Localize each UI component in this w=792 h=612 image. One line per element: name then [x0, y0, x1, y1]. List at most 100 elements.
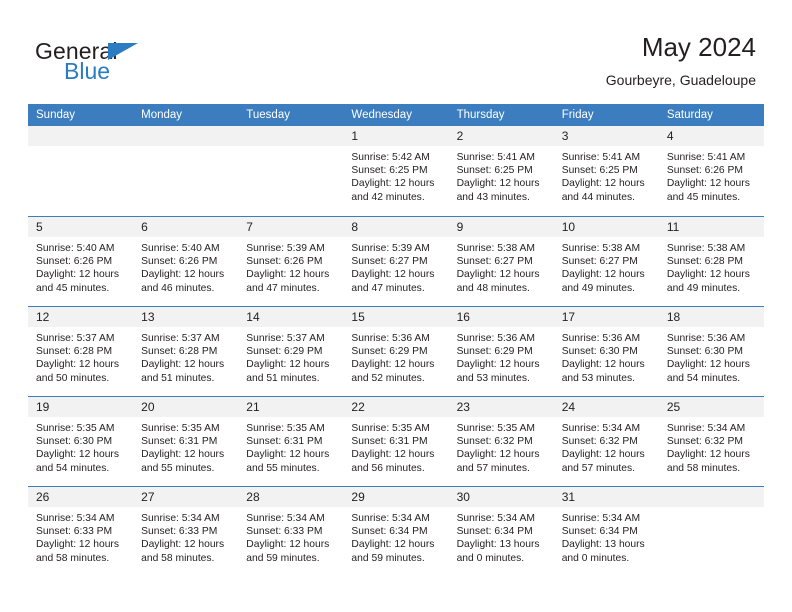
day-sunrise-text: Sunrise: 5:34 AM	[666, 423, 746, 434]
calendar-day-cell[interactable]: 23 Sunrise: 5:35 AM Sunset: 6:32 PM Dayligh…	[448, 397, 554, 486]
page-header: General Blue May 2024 Gourbeyre, Guadelo…	[0, 0, 792, 104]
calendar-day-cell[interactable]: 6 Sunrise: 5:40 AM Sunset: 6:26 PM Daylight…	[133, 217, 239, 306]
day-daylight-line1-text: Daylight: 12 hours	[351, 359, 435, 371]
day-number: 21	[246, 400, 260, 414]
day-sunset-text: Sunset: 6:28 PM	[36, 346, 113, 358]
day-daylight-line2-text: and 51 minutes.	[246, 372, 320, 384]
day-number-strip: 24	[553, 397, 659, 417]
day-sunrise-text: Sunrise: 5:38 AM	[456, 243, 535, 254]
day-sunset-text: Sunset: 6:27 PM	[456, 256, 533, 268]
day-daylight-line2-text: and 42 minutes.	[351, 191, 425, 203]
day-sunrise-text: Sunrise: 5:34 AM	[561, 423, 641, 434]
day-daylight-line1-text: Daylight: 12 hours	[666, 178, 750, 190]
day-daylight-line1-text: Daylight: 12 hours	[561, 269, 645, 281]
calendar-day-cell[interactable]: 3 Sunrise: 5:41 AM Sunset: 6:25 PM Daylight…	[553, 126, 659, 216]
calendar-day-cell[interactable]: 8 Sunrise: 5:39 AM Sunset: 6:27 PM Daylight…	[343, 217, 449, 306]
day-sunset-text: Sunset: 6:33 PM	[141, 526, 218, 538]
day-number: 23	[456, 400, 470, 414]
day-daylight-line1-text: Daylight: 12 hours	[36, 359, 119, 371]
day-sun-info: Sunrise: 5:34 AM Sunset: 6:33 PM Daylight:…	[133, 507, 238, 565]
day-number-strip: 1	[343, 126, 449, 146]
calendar-day-cell[interactable]: 31 Sunrise: 5:34 AM Sunset: 6:34 PM Dayligh…	[553, 487, 659, 576]
calendar-day-cell[interactable]: 7 Sunrise: 5:39 AM Sunset: 6:26 PM Daylight…	[238, 217, 344, 306]
day-daylight-line1-text: Daylight: 12 hours	[351, 539, 435, 551]
calendar-day-cell[interactable]: 9 Sunrise: 5:38 AM Sunset: 6:27 PM Daylight…	[448, 217, 554, 306]
day-sunset-text: Sunset: 6:27 PM	[351, 256, 428, 268]
calendar-day-cell[interactable]: 18 Sunrise: 5:36 AM Sunset: 6:30 PM Dayligh…	[658, 307, 764, 396]
day-sunrise-text: Sunrise: 5:34 AM	[246, 513, 325, 524]
day-number: 30	[456, 490, 470, 504]
calendar-day-cell[interactable]: 20 Sunrise: 5:35 AM Sunset: 6:31 PM Dayligh…	[133, 397, 239, 486]
logo-triangle-icon	[108, 43, 138, 60]
day-daylight-line1-text: Daylight: 12 hours	[456, 178, 540, 190]
day-number-strip: 13	[133, 307, 239, 327]
calendar-day-cell[interactable]: 25 Sunrise: 5:34 AM Sunset: 6:32 PM Dayligh…	[658, 397, 764, 486]
day-daylight-line1-text: Daylight: 12 hours	[36, 449, 119, 461]
day-sunrise-text: Sunrise: 5:42 AM	[351, 152, 430, 163]
calendar-day-cell[interactable]: 22 Sunrise: 5:35 AM Sunset: 6:31 PM Dayligh…	[343, 397, 449, 486]
calendar-day-cell[interactable]: 21 Sunrise: 5:35 AM Sunset: 6:31 PM Dayligh…	[238, 397, 344, 486]
calendar-day-cell[interactable]: 30 Sunrise: 5:34 AM Sunset: 6:34 PM Dayligh…	[448, 487, 554, 576]
calendar-day-cell[interactable]: 1 Sunrise: 5:42 AM Sunset: 6:25 PM Daylight…	[343, 126, 449, 216]
calendar-day-cell[interactable]: 27 Sunrise: 5:34 AM Sunset: 6:33 PM Dayligh…	[133, 487, 239, 576]
day-number-strip: 4	[658, 126, 764, 146]
day-sun-info: Sunrise: 5:36 AM Sunset: 6:30 PM Daylight:…	[554, 327, 659, 385]
day-sun-info: Sunrise: 5:35 AM Sunset: 6:31 PM Daylight:…	[133, 417, 238, 475]
day-sunrise-text: Sunrise: 5:36 AM	[666, 333, 746, 344]
day-number-strip	[28, 126, 134, 146]
calendar-day-cell[interactable]: 29 Sunrise: 5:34 AM Sunset: 6:34 PM Dayligh…	[343, 487, 449, 576]
calendar-day-cell[interactable]: 15 Sunrise: 5:36 AM Sunset: 6:29 PM Dayligh…	[343, 307, 449, 396]
day-number-strip: 25	[658, 397, 764, 417]
calendar-week-row: 19 Sunrise: 5:35 AM Sunset: 6:30 PM Dayligh…	[28, 396, 764, 486]
calendar-day-cell[interactable]: 5 Sunrise: 5:40 AM Sunset: 6:26 PM Daylight…	[28, 217, 134, 306]
calendar-day-cell[interactable]: 14 Sunrise: 5:37 AM Sunset: 6:29 PM Dayligh…	[238, 307, 344, 396]
day-daylight-line1-text: Daylight: 12 hours	[141, 539, 225, 551]
calendar-day-cell[interactable]: 17 Sunrise: 5:36 AM Sunset: 6:30 PM Dayligh…	[553, 307, 659, 396]
day-daylight-line2-text: and 59 minutes.	[351, 552, 425, 564]
calendar-day-cell[interactable]: 26 Sunrise: 5:34 AM Sunset: 6:33 PM Dayligh…	[28, 487, 134, 576]
day-daylight-line2-text: and 58 minutes.	[666, 462, 741, 474]
day-sunset-text: Sunset: 6:32 PM	[456, 436, 533, 448]
day-sun-info: Sunrise: 5:41 AM Sunset: 6:26 PM Daylight:…	[659, 146, 764, 204]
day-number-strip: 3	[553, 126, 659, 146]
day-number-strip	[658, 487, 764, 507]
day-sunrise-text: Sunrise: 5:34 AM	[456, 513, 535, 524]
day-daylight-line2-text: and 47 minutes.	[246, 282, 320, 294]
day-sunset-text: Sunset: 6:34 PM	[561, 526, 638, 538]
day-daylight-line2-text: and 57 minutes.	[561, 462, 635, 474]
calendar-day-cell[interactable]: 16 Sunrise: 5:36 AM Sunset: 6:29 PM Dayligh…	[448, 307, 554, 396]
day-sun-info: Sunrise: 5:41 AM Sunset: 6:25 PM Daylight:…	[554, 146, 659, 204]
day-daylight-line1-text: Daylight: 12 hours	[666, 269, 750, 281]
day-sun-info: Sunrise: 5:34 AM Sunset: 6:32 PM Daylight:…	[554, 417, 659, 475]
day-sunrise-text: Sunrise: 5:35 AM	[36, 423, 115, 434]
day-sun-info: Sunrise: 5:38 AM Sunset: 6:28 PM Daylight:…	[659, 237, 764, 295]
calendar-day-cell[interactable]: 4 Sunrise: 5:41 AM Sunset: 6:26 PM Daylight…	[658, 126, 764, 216]
day-sunset-text: Sunset: 6:29 PM	[246, 346, 323, 358]
calendar-day-cell[interactable]: 11 Sunrise: 5:38 AM Sunset: 6:28 PM Dayligh…	[658, 217, 764, 306]
page-subtitle: Gourbeyre, Guadeloupe	[605, 72, 756, 88]
day-sun-info: Sunrise: 5:40 AM Sunset: 6:26 PM Daylight:…	[28, 237, 133, 295]
day-daylight-line2-text: and 52 minutes.	[351, 372, 425, 384]
calendar-day-cell[interactable]: 10 Sunrise: 5:38 AM Sunset: 6:27 PM Dayligh…	[553, 217, 659, 306]
calendar-day-cell[interactable]: 24 Sunrise: 5:34 AM Sunset: 6:32 PM Dayligh…	[553, 397, 659, 486]
day-sunrise-text: Sunrise: 5:34 AM	[36, 513, 115, 524]
weekday-header-monday: Monday	[141, 109, 183, 121]
day-sun-info: Sunrise: 5:38 AM Sunset: 6:27 PM Daylight:…	[554, 237, 659, 295]
day-sunset-text: Sunset: 6:30 PM	[666, 346, 743, 358]
calendar-day-cell[interactable]: 2 Sunrise: 5:41 AM Sunset: 6:25 PM Daylight…	[448, 126, 554, 216]
weekday-header-saturday: Saturday	[666, 109, 713, 121]
day-sunset-text: Sunset: 6:29 PM	[351, 346, 428, 358]
calendar-day-cell[interactable]: 13 Sunrise: 5:37 AM Sunset: 6:28 PM Dayligh…	[133, 307, 239, 396]
day-number-strip: 21	[238, 397, 344, 417]
day-daylight-line1-text: Daylight: 12 hours	[36, 539, 119, 551]
day-number-strip: 20	[133, 397, 239, 417]
day-number: 24	[561, 400, 576, 414]
day-daylight-line1-text: Daylight: 12 hours	[666, 449, 750, 461]
day-sun-info: Sunrise: 5:36 AM Sunset: 6:29 PM Daylight:…	[343, 327, 448, 385]
calendar-day-cell[interactable]: 28 Sunrise: 5:34 AM Sunset: 6:33 PM Dayligh…	[238, 487, 344, 576]
calendar-day-cell[interactable]: 12 Sunrise: 5:37 AM Sunset: 6:28 PM Dayligh…	[28, 307, 134, 396]
calendar-day-cell[interactable]: 19 Sunrise: 5:35 AM Sunset: 6:30 PM Dayligh…	[28, 397, 134, 486]
day-sunrise-text: Sunrise: 5:41 AM	[666, 152, 746, 163]
day-daylight-line2-text: and 56 minutes.	[351, 462, 425, 474]
day-number-strip: 11	[658, 217, 764, 237]
